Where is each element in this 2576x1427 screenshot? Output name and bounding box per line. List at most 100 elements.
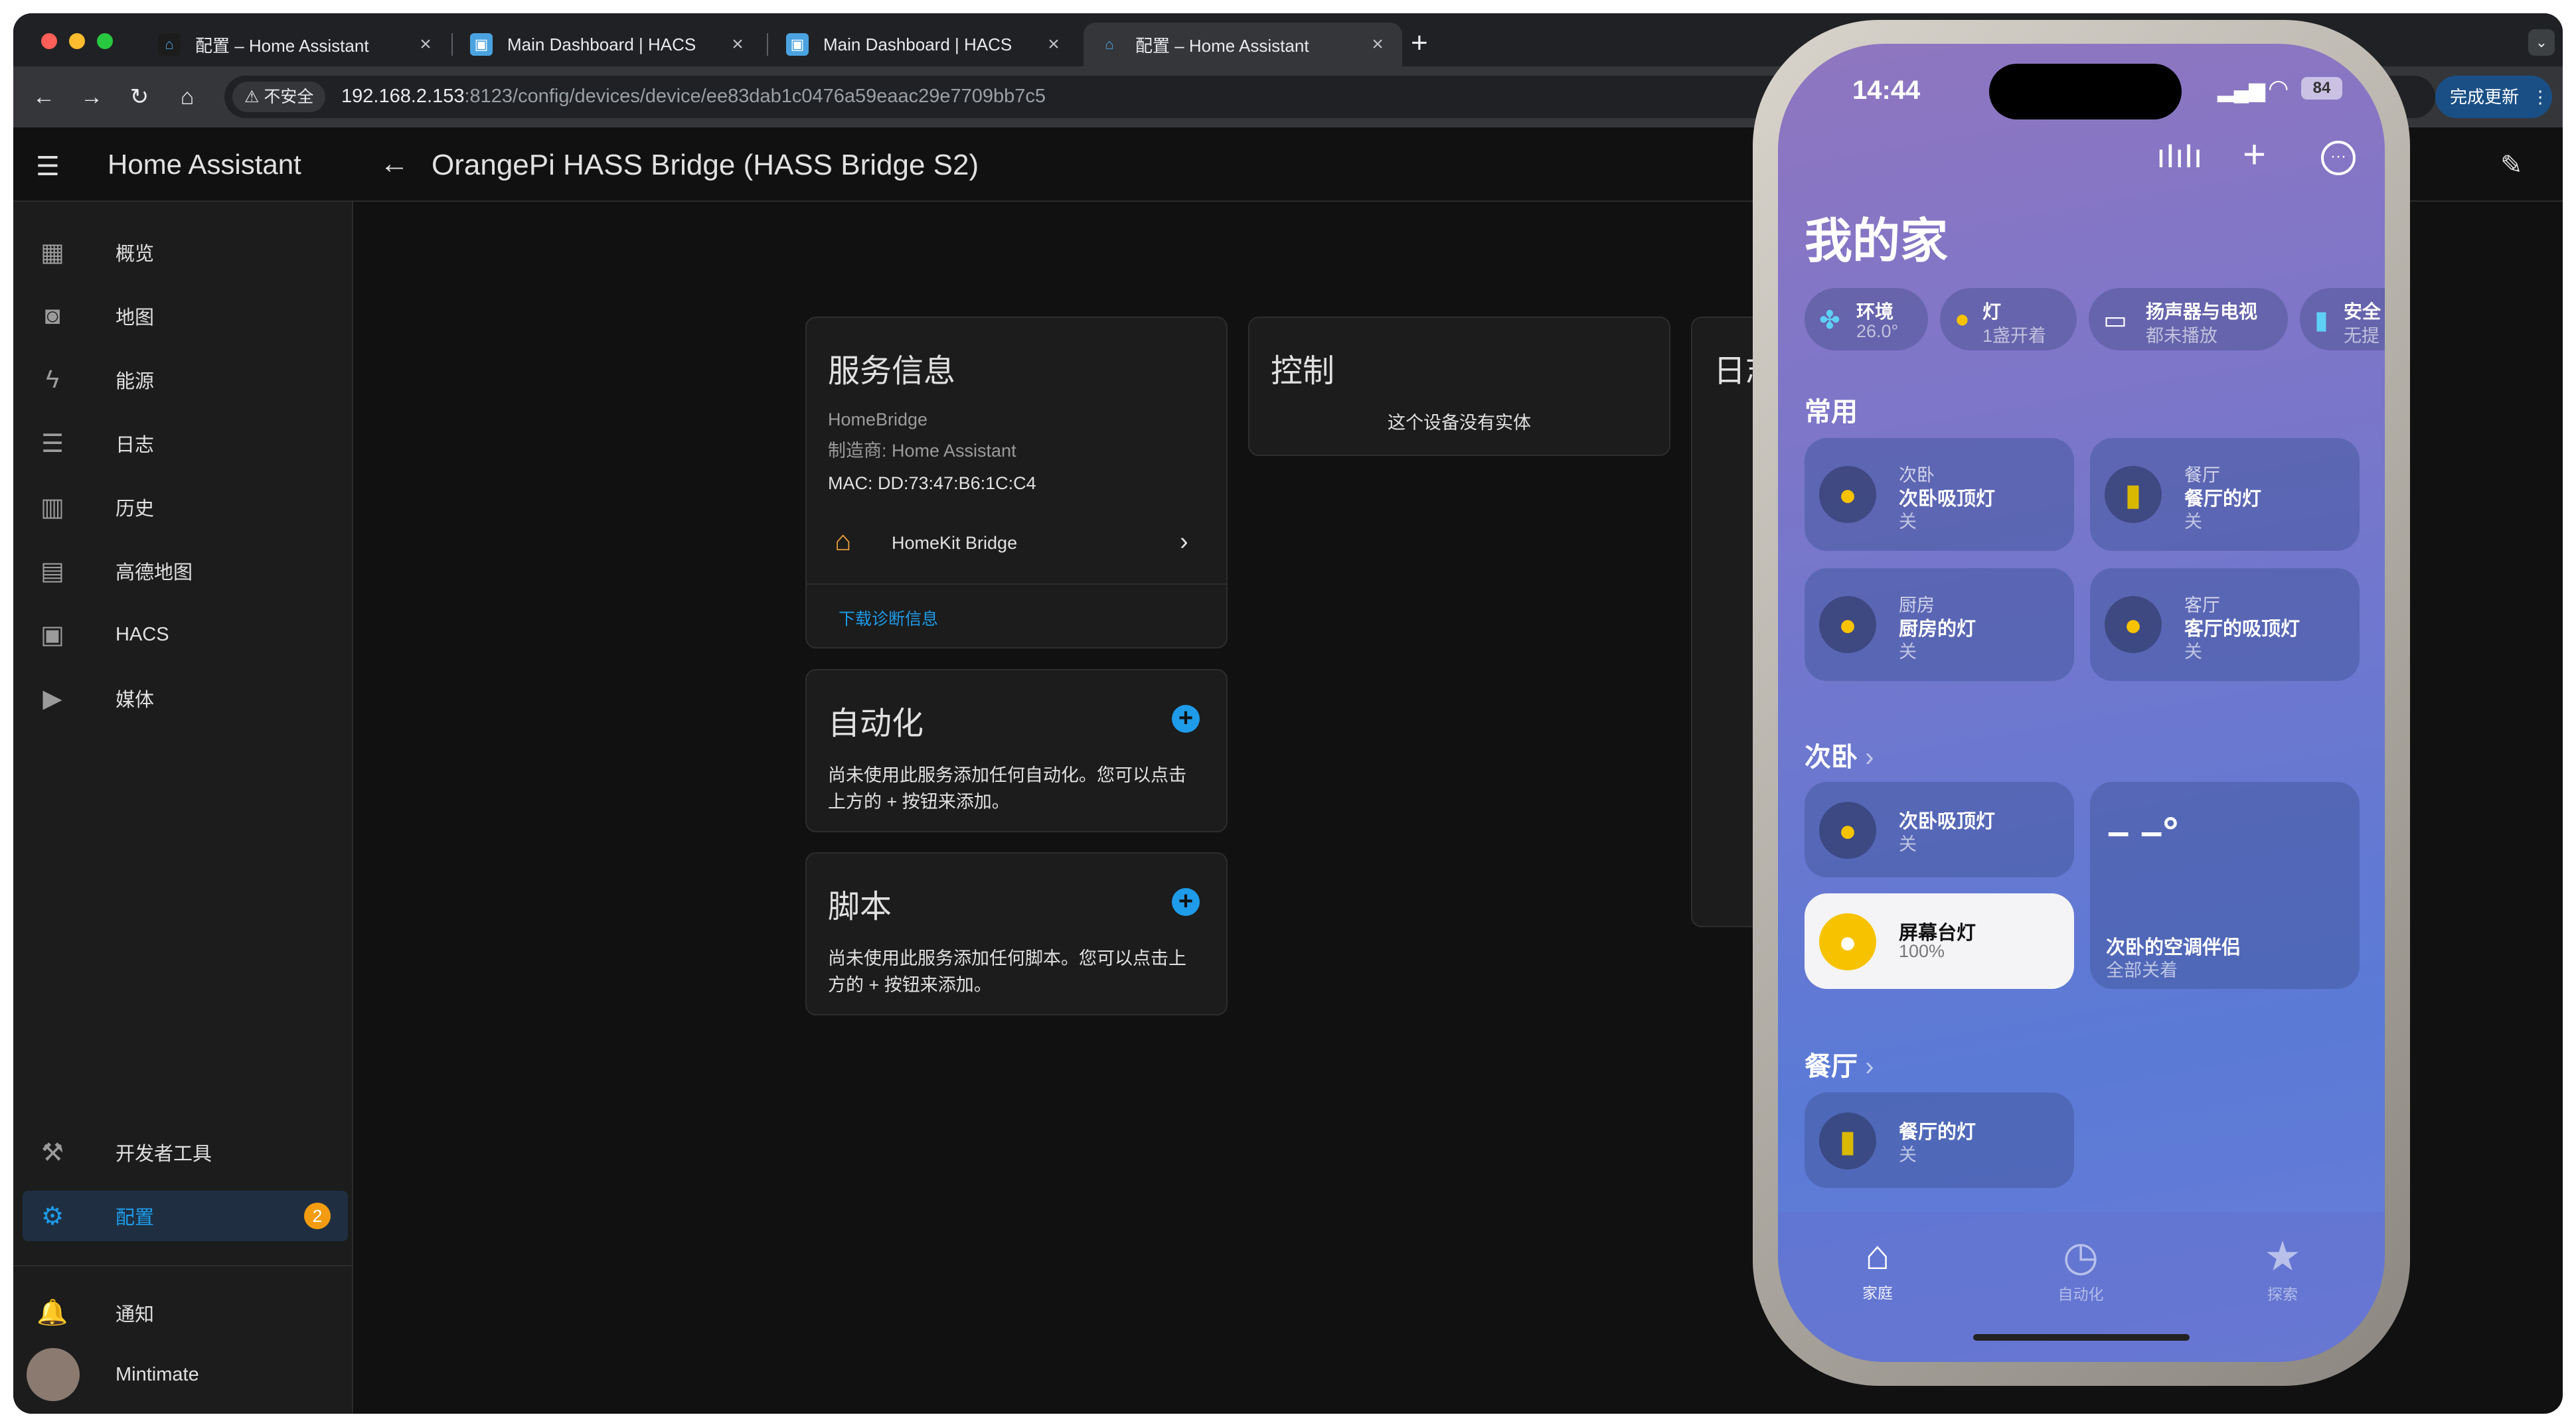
hacs-favicon-icon: ▣ bbox=[786, 33, 809, 56]
home-button[interactable]: ⌂ bbox=[170, 80, 204, 114]
integration-row[interactable]: ⌂ HomeKit Bridge › bbox=[807, 510, 1226, 574]
chip-subtitle: 无提 bbox=[2344, 326, 2379, 346]
sidebar-item-energy[interactable]: ϟ 能源 bbox=[23, 354, 348, 405]
chip-speakers-tv[interactable]: ▭ 扬声器与电视 都未播放 bbox=[2089, 288, 2288, 350]
add-automation-button[interactable]: + bbox=[1172, 705, 1200, 733]
automation-card: 自动化 + 尚未使用此服务添加任何自动化。您可以点击 上方的 + 按钮来添加。 bbox=[805, 669, 1228, 832]
update-label: 完成更新 bbox=[2450, 87, 2520, 107]
minimize-window-button[interactable] bbox=[69, 33, 85, 49]
sidebar-item-label: HACS bbox=[116, 623, 169, 645]
tab-automation[interactable]: ◷ 自动化 bbox=[2028, 1232, 2134, 1304]
tab-search-button[interactable]: ⌄ bbox=[2528, 29, 2555, 56]
sidebar-item-hacs[interactable]: ▣ HACS bbox=[23, 609, 348, 660]
more-vert-icon: ⋮ bbox=[2532, 87, 2549, 107]
notification-count-badge: 2 bbox=[304, 1203, 331, 1229]
close-tab-icon[interactable]: × bbox=[728, 33, 748, 56]
accessory-tile[interactable]: ● 客厅 客厅的吸顶灯 关 bbox=[2090, 568, 2360, 681]
insecure-label: 不安全 bbox=[264, 88, 314, 106]
integration-name: HomeKit Bridge bbox=[892, 533, 1018, 553]
browser-tab-3[interactable]: ▣ Main Dashboard | HACS × bbox=[771, 23, 1078, 66]
voice-waveform-icon[interactable]: ıIıIı bbox=[2156, 137, 2202, 175]
bulb-on-icon: ● bbox=[1819, 913, 1876, 970]
app-title: Home Assistant bbox=[108, 149, 301, 180]
sidebar-item-media[interactable]: ▶ 媒体 bbox=[23, 673, 348, 723]
tile-state: 关 bbox=[2184, 642, 2202, 662]
sidebar-divider bbox=[13, 1265, 353, 1266]
script-empty-text: 尚未使用此服务添加任何脚本。您可以点击上 bbox=[828, 948, 1186, 968]
more-options-icon[interactable]: ··· bbox=[2321, 141, 2356, 175]
accessory-tile[interactable]: ● 次卧吸顶灯 关 bbox=[1805, 782, 2074, 877]
clock-check-icon: ◷ bbox=[2062, 1234, 2099, 1280]
sidebar-item-overview[interactable]: ▦ 概览 bbox=[23, 227, 348, 277]
zoom-window-button[interactable] bbox=[97, 33, 113, 49]
accessory-tile-on[interactable]: ● 屏幕台灯 100% bbox=[1805, 893, 2074, 989]
sidebar-item-config[interactable]: ⚙ 配置 2 bbox=[23, 1191, 348, 1241]
device-info-card: 服务信息 HomeBridge 制造商: Home Assistant MAC:… bbox=[805, 317, 1228, 648]
script-card: 脚本 + 尚未使用此服务添加任何脚本。您可以点击上 方的 + 按钮来添加。 bbox=[805, 852, 1228, 1015]
sidebar-item-history[interactable]: ▥ 历史 bbox=[23, 482, 348, 532]
status-time: 14:44 bbox=[1852, 76, 1921, 105]
bulb-icon: ● bbox=[1819, 596, 1876, 653]
tab-label: 家庭 bbox=[1862, 1284, 1893, 1302]
tab-discover[interactable]: ★ 探索 bbox=[2229, 1232, 2336, 1304]
chip-title: 扬声器与电视 bbox=[2146, 301, 2258, 322]
browser-tab-1[interactable]: ⌂ 配置 – Home Assistant × bbox=[143, 23, 450, 66]
url-text[interactable]: 192.168.2.153:8123/config/devices/device… bbox=[341, 86, 1046, 108]
back-button[interactable]: ← bbox=[27, 80, 61, 114]
automation-empty-text: 尚未使用此服务添加任何自动化。您可以点击 bbox=[828, 765, 1186, 785]
add-icon[interactable]: + bbox=[2243, 131, 2266, 177]
accessory-tile[interactable]: ▮ 餐厅的灯 关 bbox=[1805, 1092, 2074, 1188]
url-host: 192.168.2.153 bbox=[341, 86, 465, 107]
close-tab-icon[interactable]: × bbox=[416, 33, 436, 56]
back-arrow-icon[interactable]: ← bbox=[380, 147, 409, 181]
tab-home[interactable]: ⌂ 家庭 bbox=[1824, 1232, 1931, 1303]
tile-state: 关 bbox=[1899, 642, 1917, 662]
browser-tab-2[interactable]: ▣ Main Dashboard | HACS × bbox=[455, 23, 762, 66]
sidebar-item-map[interactable]: ◙ 地图 bbox=[23, 291, 348, 341]
bulb-icon: ● bbox=[1955, 305, 1970, 333]
sidebar-item-amap[interactable]: ▤ 高德地图 bbox=[23, 546, 348, 596]
chip-lights[interactable]: ● 灯 1盏开着 bbox=[1940, 288, 2077, 350]
card-title: 脚本 bbox=[828, 889, 892, 925]
lamp-icon: ▮ bbox=[1819, 1112, 1876, 1169]
hacs-favicon-icon: ▣ bbox=[470, 33, 493, 56]
chip-title: 环境 bbox=[1856, 301, 1894, 322]
accessory-tile[interactable]: ● 次卧 次卧吸顶灯 关 bbox=[1805, 438, 2074, 551]
close-tab-icon[interactable]: × bbox=[1368, 33, 1388, 56]
sidebar-item-logbook[interactable]: ☰ 日志 bbox=[23, 418, 348, 469]
add-script-button[interactable]: + bbox=[1172, 888, 1200, 916]
sidebar-item-profile[interactable]: Mintimate bbox=[23, 1345, 348, 1404]
dashboard-icon: ▦ bbox=[40, 238, 64, 267]
battery-level: 84 bbox=[2312, 79, 2331, 97]
home-assistant-favicon-icon: ⌂ bbox=[158, 33, 181, 56]
reload-button[interactable]: ↻ bbox=[122, 80, 157, 114]
close-window-button[interactable] bbox=[41, 33, 57, 49]
accessory-tile[interactable]: ▮ 餐厅 餐厅的灯 关 bbox=[2090, 438, 2360, 551]
tile-state: 关 bbox=[1899, 1145, 1917, 1165]
menu-collapse-icon[interactable]: ☰ bbox=[36, 151, 60, 182]
pencil-edit-icon[interactable]: ✎ bbox=[2500, 150, 2523, 181]
insecure-badge[interactable]: ⚠ 不安全 bbox=[232, 82, 326, 112]
new-tab-button[interactable]: + bbox=[1411, 27, 1428, 60]
section-dining[interactable]: 餐厅 › bbox=[1805, 1045, 1874, 1083]
download-diagnostics-button[interactable]: 下载诊断信息 bbox=[839, 606, 938, 630]
hammer-icon: ⚒ bbox=[40, 1138, 64, 1167]
section-bedroom[interactable]: 次卧 › bbox=[1805, 735, 1874, 774]
play-box-icon: ▶ bbox=[42, 684, 62, 713]
climate-tile[interactable]: – –° 次卧的空调伴侣 全部关着 bbox=[2090, 782, 2360, 989]
chip-climate[interactable]: ✤ 环境 26.0° bbox=[1805, 288, 1928, 350]
home-orange-icon: ⌂ bbox=[835, 525, 852, 556]
no-entities-text: 这个设备没有实体 bbox=[1388, 413, 1531, 433]
sidebar-item-developer-tools[interactable]: ⚒ 开发者工具 bbox=[23, 1127, 348, 1177]
forward-button[interactable]: → bbox=[74, 80, 109, 114]
map-icon: ▤ bbox=[40, 557, 64, 585]
chip-security[interactable]: ▮ 安全 无提 bbox=[2300, 288, 2385, 350]
tile-state: 关 bbox=[1899, 834, 1917, 854]
close-tab-icon[interactable]: × bbox=[1044, 33, 1064, 56]
accessory-tile[interactable]: ● 厨房 厨房的灯 关 bbox=[1805, 568, 2074, 681]
finish-update-button[interactable]: 完成更新 ⋮ bbox=[2435, 76, 2552, 118]
browser-tab-4-active[interactable]: ⌂ 配置 – Home Assistant × bbox=[1084, 23, 1402, 66]
climate-temperature: – –° bbox=[2107, 809, 2179, 854]
sidebar-item-notifications[interactable]: 🔔 通知 bbox=[23, 1288, 348, 1338]
warning-icon: ⚠ bbox=[244, 88, 264, 106]
